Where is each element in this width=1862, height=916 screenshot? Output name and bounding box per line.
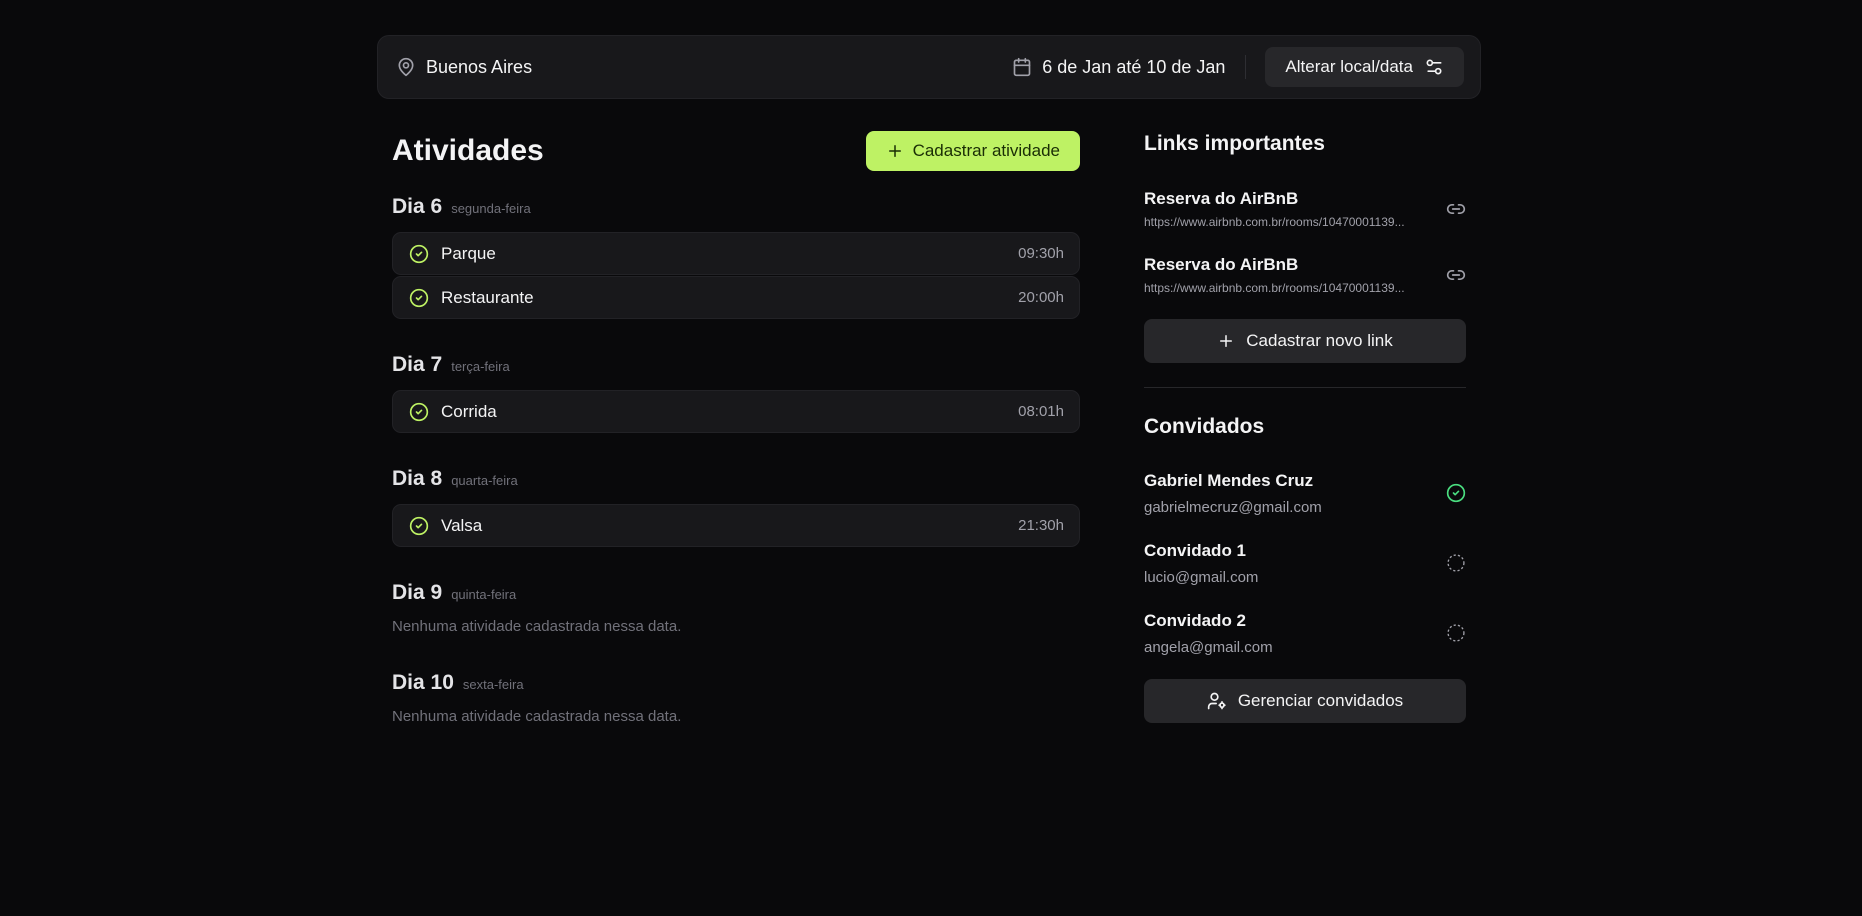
location: Buenos Aires: [396, 57, 1012, 78]
settings-sliders-icon: [1424, 57, 1444, 77]
activity-item[interactable]: Restaurante 20:00h: [392, 276, 1080, 319]
activity-time: 08:01h: [1018, 403, 1064, 420]
day-weekday: sexta-feira: [462, 677, 524, 692]
link-icon[interactable]: [1446, 265, 1466, 285]
guest-name: Convidado 1: [1144, 540, 1247, 560]
day-label: Dia 8: [392, 467, 443, 490]
date-range: 6 de Jan até 10 de Jan: [1012, 57, 1225, 78]
map-pin-icon: [396, 57, 416, 77]
add-activity-button[interactable]: Cadastrar atividade: [865, 131, 1080, 171]
manage-guests-label: Gerenciar convidados: [1237, 691, 1404, 710]
plus-icon: [1217, 332, 1235, 350]
activity-name: Corrida: [441, 401, 497, 421]
day-weekday: terça-feira: [451, 359, 510, 374]
circle-dashed-icon: [1446, 623, 1466, 643]
activities-title: Atividades: [392, 134, 544, 167]
day-label: Dia 6: [392, 195, 443, 218]
activity-item[interactable]: Corrida 08:01h: [392, 390, 1080, 433]
user-cog-icon: [1207, 691, 1227, 711]
add-activity-label: Cadastrar atividade: [912, 141, 1060, 160]
change-button-label: Alterar local/data: [1285, 57, 1413, 76]
circle-check-icon: [1446, 483, 1466, 503]
day-weekday: segunda-feira: [451, 201, 531, 216]
link-url[interactable]: https://www.airbnb.com.br/rooms/10470001…: [1144, 215, 1426, 229]
circle-check-icon: [409, 516, 429, 536]
divider: [1245, 55, 1247, 79]
guest-item: Gabriel Mendes Cruz gabrielmecruz@gmail.…: [1144, 467, 1466, 519]
day-label: Dia 9: [392, 581, 443, 604]
manage-guests-button[interactable]: Gerenciar convidados: [1144, 679, 1466, 723]
guest-email: gabrielmecruz@gmail.com: [1144, 498, 1322, 516]
day-group: Dia 10 sexta-feira Nenhuma atividade cad…: [392, 671, 1080, 725]
guest-email: angela@gmail.com: [1144, 638, 1273, 656]
activity-name: Valsa: [441, 515, 483, 535]
day-label: Dia 7: [392, 353, 443, 376]
activity-time: 20:00h: [1018, 289, 1064, 306]
guest-item: Convidado 2 angela@gmail.com: [1144, 607, 1466, 659]
add-link-label: Cadastrar novo link: [1246, 331, 1393, 350]
circle-check-icon: [409, 244, 429, 264]
guest-item: Convidado 1 lucio@gmail.com: [1144, 537, 1466, 589]
change-location-date-button[interactable]: Alterar local/data: [1265, 47, 1464, 87]
circle-dashed-icon: [1446, 553, 1466, 573]
guest-email: lucio@gmail.com: [1144, 568, 1259, 586]
activity-name: Restaurante: [441, 287, 534, 307]
guest-name: Gabriel Mendes Cruz: [1144, 470, 1314, 490]
link-item: Reserva do AirBnB https://www.airbnb.com…: [1144, 252, 1466, 298]
activity-time: 21:30h: [1018, 517, 1064, 534]
link-name: Reserva do AirBnB: [1144, 255, 1299, 274]
activity-name: Parque: [441, 243, 496, 263]
day-weekday: quinta-feira: [451, 587, 517, 602]
day-group: Dia 7 terça-feira Corrida 08:01h: [392, 353, 1080, 433]
add-link-button[interactable]: Cadastrar novo link: [1144, 319, 1466, 363]
link-name: Reserva do AirBnB: [1144, 189, 1299, 208]
activity-item[interactable]: Valsa 21:30h: [392, 504, 1080, 547]
date-range-text: 6 de Jan até 10 de Jan: [1042, 56, 1226, 77]
location-text: Buenos Aires: [426, 56, 533, 77]
section-divider: [1144, 387, 1466, 388]
link-icon[interactable]: [1446, 199, 1466, 219]
day-group: Dia 9 quinta-feira Nenhuma atividade cad…: [392, 581, 1080, 635]
day-weekday: quarta-feira: [451, 473, 518, 488]
day-group: Dia 6 segunda-feira Parque 09:30h Restau…: [392, 195, 1080, 319]
empty-message: Nenhuma atividade cadastrada nessa data.: [392, 708, 682, 725]
guest-name: Convidado 2: [1144, 610, 1247, 630]
link-url[interactable]: https://www.airbnb.com.br/rooms/10470001…: [1144, 281, 1426, 295]
circle-check-icon: [409, 288, 429, 308]
plus-icon: [886, 142, 904, 160]
link-item: Reserva do AirBnB https://www.airbnb.com…: [1144, 186, 1466, 232]
activity-time: 09:30h: [1018, 245, 1064, 262]
empty-message: Nenhuma atividade cadastrada nessa data.: [392, 618, 682, 635]
day-label: Dia 10: [392, 671, 454, 694]
circle-check-icon: [409, 402, 429, 422]
calendar-icon: [1012, 57, 1032, 77]
links-title: Links importantes: [1144, 132, 1325, 155]
trip-header: Buenos Aires 6 de Jan até 10 de Jan Alte…: [377, 35, 1481, 99]
activity-item[interactable]: Parque 09:30h: [392, 232, 1080, 275]
day-group: Dia 8 quarta-feira Valsa 21:30h: [392, 467, 1080, 547]
guests-title: Convidados: [1144, 415, 1265, 438]
activities-section: Atividades Cadastrar atividade Dia 6 seg…: [392, 131, 1080, 725]
